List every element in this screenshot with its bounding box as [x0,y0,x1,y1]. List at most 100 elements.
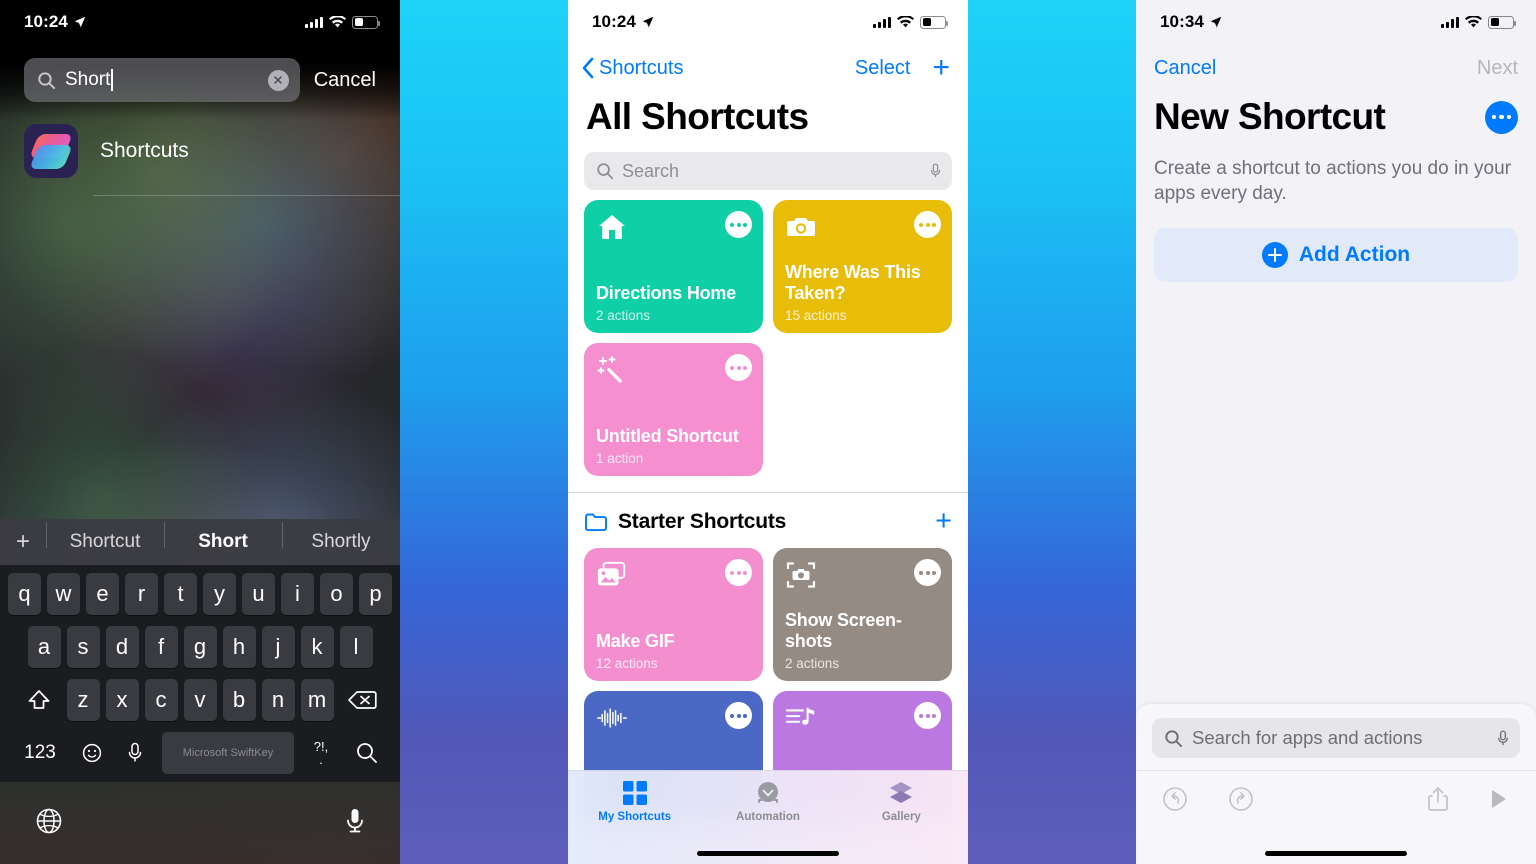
shift-arrow-icon[interactable] [17,679,61,721]
key-j[interactable]: j [261,626,295,668]
search-result-item-shortcuts[interactable]: Shortcuts [0,102,400,178]
wifi-icon [897,16,914,28]
page-title: All Shortcuts [586,96,809,137]
add-action-button[interactable]: Add Action [1154,228,1518,283]
undo-icon[interactable] [1162,786,1188,812]
chevron-left-icon [582,57,594,79]
clear-circle-icon[interactable] [267,69,289,91]
cancel-button[interactable]: Cancel [314,69,378,92]
phone-panel-new-shortcut: 10:34 Cancel Next New Shortcut Create a … [1136,0,1536,864]
search-input[interactable]: Short [24,58,300,102]
tab-my-shortcuts[interactable]: My Shortcuts [568,780,701,864]
wifi-icon [329,16,346,28]
key-a[interactable]: a [27,626,61,668]
navigation-actions: Select + [855,53,950,83]
key-d[interactable]: d [105,626,139,668]
microphone-icon[interactable] [113,741,157,765]
more-ellipsis-icon[interactable] [914,211,941,238]
more-ellipsis-icon[interactable] [725,559,752,586]
key-l[interactable]: l [339,626,373,668]
key-u[interactable]: u [242,573,275,615]
search-query-text: Short [65,69,111,90]
key-x[interactable]: x [105,679,139,721]
keyboard-row-2: a s d f g h j k l [3,626,397,668]
share-icon[interactable] [1426,785,1450,813]
key-w[interactable]: w [47,573,80,615]
more-ellipsis-icon[interactable] [914,559,941,586]
select-button[interactable]: Select [855,57,911,80]
numeric-key[interactable]: 123 [9,742,71,764]
shortcut-action-count: 2 actions [785,656,840,671]
key-r[interactable]: r [125,573,158,615]
shortcut-card-untitled-shortcut[interactable]: Untitled Shortcut 1 action [584,343,763,476]
key-b[interactable]: b [222,679,256,721]
more-ellipsis-icon[interactable] [725,211,752,238]
prediction-item-1[interactable]: Short [164,522,282,553]
key-v[interactable]: v [183,679,217,721]
key-p[interactable]: p [359,573,392,615]
key-k[interactable]: k [300,626,334,668]
prediction-item-0[interactable]: Shortcut [46,522,164,553]
search-input[interactable]: Search [584,152,952,190]
backspace-icon[interactable] [340,679,384,721]
key-m[interactable]: m [300,679,334,721]
emoji-glyph [82,743,102,763]
status-bar-left: 10:34 [1160,12,1222,32]
shortcut-card-make-gif[interactable]: Make GIF 12 actions [584,548,763,681]
key-s[interactable]: s [66,626,100,668]
status-bar: 10:24 [0,0,400,44]
folder-header-starter-shortcuts[interactable]: Starter Shortcuts + [568,492,968,536]
key-y[interactable]: y [203,573,236,615]
shortcut-card-show-screenshots[interactable]: Show Screen-shots 2 actions [773,548,952,681]
plus-icon[interactable]: + [935,507,952,536]
key-c[interactable]: c [144,679,178,721]
photos-stack-icon [597,561,626,586]
shortcut-card-directions-home[interactable]: Directions Home 2 actions [584,200,763,333]
shortcut-card-where-was-this-taken[interactable]: Where Was This Taken? 15 actions [773,200,952,333]
search-glyph [357,743,377,763]
prediction-item-2[interactable]: Shortly [282,522,400,553]
microphone-icon[interactable] [929,162,942,180]
shortcut-card-grid: Directions Home 2 actions Where Was This… [568,190,968,476]
plus-circle-icon [1261,242,1288,269]
battery-icon [352,15,381,29]
key-z[interactable]: z [66,679,100,721]
key-t[interactable]: t [164,573,197,615]
globe-icon[interactable] [34,806,64,841]
more-ellipsis-icon[interactable] [1485,100,1518,134]
punctuation-key[interactable]: ?!, . [299,740,343,766]
search-input[interactable]: Search for apps and actions [1152,718,1520,758]
cellular-bars-icon [873,16,891,28]
home-indicator [1265,851,1407,856]
add-action-label: Add Action [1298,243,1411,267]
more-ellipsis-icon[interactable] [725,702,752,729]
key-n[interactable]: n [261,679,295,721]
dictation-microphone-icon[interactable] [344,806,366,841]
key-q[interactable]: q [8,573,41,615]
plus-icon[interactable]: + [932,53,950,83]
music-list-icon [785,707,815,725]
status-bar: 10:34 [1136,0,1536,44]
folder-name: Starter Shortcuts [618,509,787,533]
key-g[interactable]: g [183,626,217,668]
emoji-smiley-icon[interactable] [71,742,113,764]
key-i[interactable]: i [281,573,314,615]
back-button[interactable]: Shortcuts [582,57,683,80]
more-ellipsis-icon[interactable] [725,354,752,381]
tab-gallery[interactable]: Gallery [835,780,968,864]
key-o[interactable]: o [320,573,353,615]
home-indicator [697,851,839,856]
keyboard-row-1: q w e r t y u i o p [3,573,397,615]
more-ellipsis-icon[interactable] [914,702,941,729]
key-e[interactable]: e [86,573,119,615]
microphone-icon[interactable] [1496,729,1510,748]
play-icon[interactable] [1488,786,1510,812]
prediction-add-button[interactable]: + [0,528,46,556]
key-h[interactable]: h [222,626,256,668]
cancel-button[interactable]: Cancel [1154,57,1216,80]
key-f[interactable]: f [144,626,178,668]
space-key[interactable]: Microsoft SwiftKey [162,732,294,774]
search-key-icon[interactable] [343,741,391,765]
next-button[interactable]: Next [1477,57,1518,80]
redo-icon[interactable] [1228,786,1254,812]
